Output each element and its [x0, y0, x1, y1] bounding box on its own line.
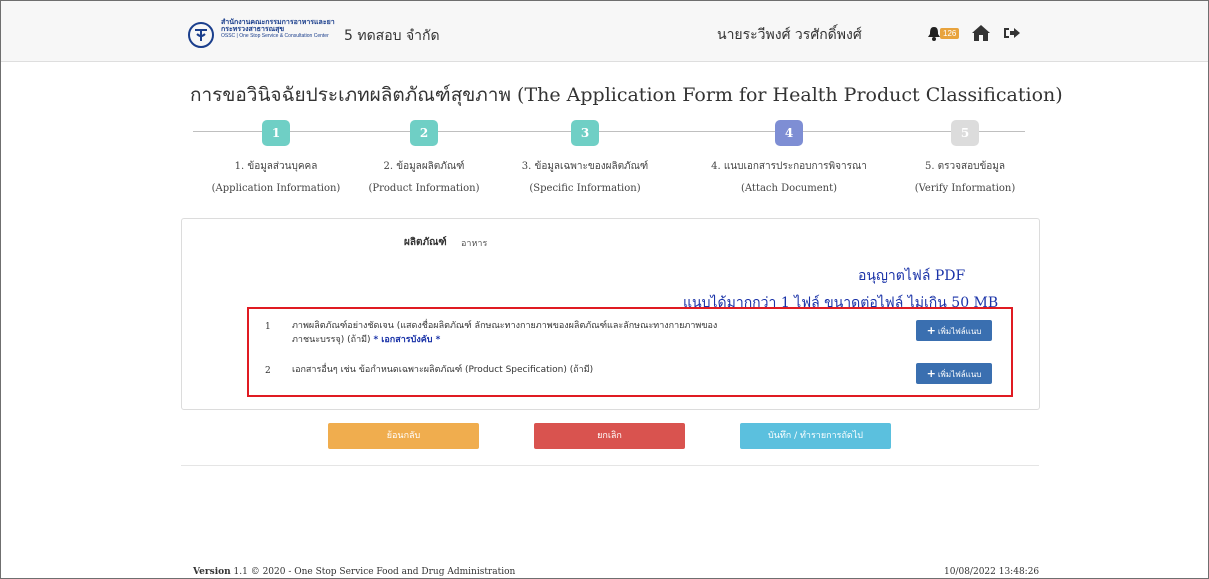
add-attachment-button-1[interactable]: + เพิ่มไฟล์แนบ	[916, 320, 992, 341]
plus-icon: +	[926, 367, 936, 380]
footer-datetime: 10/08/2022 13:48:26	[944, 567, 1040, 577]
step-2-indicator: 2	[410, 120, 438, 146]
step-3-label-en: (Specific Information)	[529, 183, 641, 194]
step-5-indicator: 5	[951, 120, 979, 146]
step-2-label-en: (Product Information)	[368, 183, 480, 194]
step-5-label-en: (Verify Information)	[914, 183, 1016, 194]
add-attachment-label-1: เพิ่มไฟล์แนบ	[937, 327, 982, 336]
product-value: อาหาร	[461, 239, 488, 249]
logo-line-3: OSSC | One Stop Service & Consultation C…	[221, 33, 329, 39]
step-4-label-th: 4. แนบเอกสารประกอบการพิจารณา	[711, 161, 867, 172]
required-marker: * เอกสารบังคับ *	[373, 335, 441, 345]
home-icon[interactable]	[971, 24, 991, 46]
step-3-label-th: 3. ข้อมูลเฉพาะของผลิตภัณฑ์	[521, 161, 649, 172]
version-text: 1.1 © 2020 - One Stop Service Food and D…	[233, 567, 516, 577]
divider	[181, 465, 1039, 466]
step-3-indicator: 3	[571, 120, 599, 146]
step-4-label-en: (Attach Document)	[740, 183, 837, 194]
allowed-file-type-text: อนุญาตไฟล์ PDF	[858, 268, 966, 284]
document-1-description: ภาพผลิตภัณฑ์อย่างชัดเจน (แสดงชื่อผลิตภัณ…	[292, 319, 892, 347]
back-button[interactable]: ย้อนกลับ	[328, 423, 479, 449]
page-title: การขอวินิจฉัยประเภทผลิตภัณฑ์สุขภาพ (The …	[190, 84, 1063, 106]
user-name[interactable]: นายระวีพงศ์ วรศักดิ์พงศ์	[717, 24, 862, 46]
logout-icon[interactable]	[1003, 25, 1021, 45]
notification-badge[interactable]: 126	[940, 28, 960, 39]
document-1-line-1: ภาพผลิตภัณฑ์อย่างชัดเจน (แสดงชื่อผลิตภัณ…	[292, 321, 718, 331]
step-5-label-th: 5. ตรวจสอบข้อมูล	[924, 161, 1006, 172]
top-header	[1, 1, 1208, 62]
add-attachment-button-2[interactable]: + เพิ่มไฟล์แนบ	[916, 363, 992, 384]
plus-icon: +	[926, 324, 936, 337]
cancel-button[interactable]: ยกเลิก	[534, 423, 685, 449]
step-2-label-th: 2. ข้อมูลผลิตภัณฑ์	[383, 161, 465, 172]
document-1-line-2: ภาชนะบรรจุ) (ถ้ามี) * เอกสารบังคับ *	[292, 333, 892, 347]
document-1-number: 1	[265, 322, 271, 332]
stepper-line	[193, 131, 1025, 132]
fda-logo-icon[interactable]	[188, 22, 214, 48]
document-2-description: เอกสารอื่นๆ เช่น ข้อกำหนดเฉพาะผลิตภัณฑ์ …	[292, 365, 594, 375]
bell-icon[interactable]	[927, 26, 941, 45]
logo-line-1: สำนักงานคณะกรรมการอาหารและยา	[221, 19, 335, 26]
document-1-line-2-text: ภาชนะบรรจุ) (ถ้ามี)	[292, 335, 371, 345]
company-name: 5 ทดสอบ จำกัด	[344, 28, 440, 44]
product-label: ผลิตภัณฑ์	[404, 237, 447, 248]
step-1-indicator: 1	[262, 120, 290, 146]
step-4-indicator: 4	[775, 120, 803, 146]
footer-version: Version 1.1 © 2020 - One Stop Service Fo…	[193, 567, 515, 577]
logo-text: สำนักงานคณะกรรมการอาหารและยา กระทรวงสาธา…	[221, 19, 335, 40]
document-2-number: 2	[265, 366, 271, 376]
save-next-button[interactable]: บันทึก / ทำรายการถัดไป	[740, 423, 891, 449]
add-attachment-label-2: เพิ่มไฟล์แนบ	[937, 370, 982, 379]
logo-line-2: กระทรวงสาธารณสุข	[221, 26, 285, 33]
version-label: Version	[193, 567, 231, 577]
